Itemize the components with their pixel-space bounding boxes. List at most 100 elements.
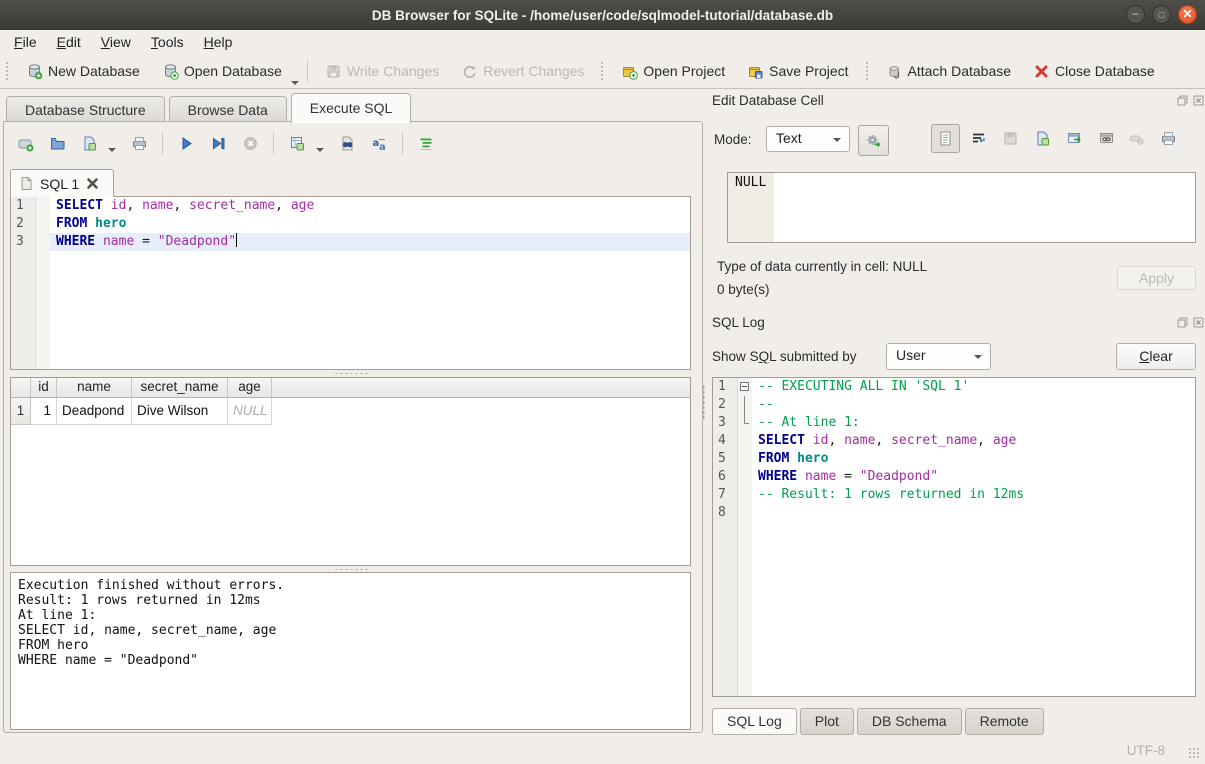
write-changes-icon xyxy=(325,63,342,80)
print-sql-button[interactable] xyxy=(128,131,150,155)
execute-all-button[interactable] xyxy=(175,131,197,155)
table-cell[interactable]: Dive Wilson xyxy=(132,398,228,425)
vertical-splitter[interactable] xyxy=(702,385,705,419)
table-cell[interactable]: Deadpond xyxy=(57,398,132,425)
fold-marker-icon[interactable] xyxy=(738,396,752,414)
open-database-dropdown-caret[interactable] xyxy=(291,81,299,85)
tab-database-structure[interactable]: Database Structure xyxy=(6,96,165,123)
auto-switch-mode-button[interactable] xyxy=(858,125,889,156)
sql-log-filter-select[interactable]: User xyxy=(886,343,991,370)
stop-button[interactable] xyxy=(239,131,261,155)
float-panel-icon[interactable] xyxy=(1176,94,1189,107)
apply-button[interactable]: Apply xyxy=(1117,266,1196,290)
code-line: 6WHERE name = "Deadpond" xyxy=(713,468,1195,486)
code-line: 3WHERE name = "Deadpond" xyxy=(11,233,690,251)
open-sql-tab-button[interactable] xyxy=(14,131,36,155)
clear-log-button[interactable]: Clear xyxy=(1116,343,1196,370)
menu-bar: File Edit View Tools Help xyxy=(0,30,1205,54)
document-text-icon xyxy=(937,130,954,147)
print-icon xyxy=(131,135,148,152)
line-number: 7 xyxy=(713,486,738,504)
sql1-tab[interactable]: SQL 1 xyxy=(10,169,114,197)
code-line: 1SELECT id, name, secret_name, age xyxy=(11,197,690,215)
log-line: Result: 1 rows returned in 12ms xyxy=(18,593,683,608)
open-in-external-button[interactable] xyxy=(1060,124,1089,153)
close-panel-icon[interactable] xyxy=(1192,94,1205,107)
import-cell-button[interactable] xyxy=(996,124,1025,153)
attach-database-button[interactable]: Attach Database xyxy=(879,59,1019,84)
save-project-button[interactable]: Save Project xyxy=(740,59,855,84)
editor-results-splitter[interactable] xyxy=(10,370,691,376)
code-line: 2FROM hero xyxy=(11,215,690,233)
column-header-id[interactable]: id xyxy=(31,378,57,397)
float-panel-icon[interactable] xyxy=(1176,316,1189,329)
menu-tools[interactable]: Tools xyxy=(141,32,194,52)
save-results-dropdown-caret[interactable] xyxy=(316,148,324,152)
close-tab-icon[interactable] xyxy=(85,176,100,191)
code-line: 3-- At line 1: xyxy=(713,414,1195,432)
fold-marker-icon[interactable] xyxy=(738,378,752,396)
table-cell[interactable]: NULL xyxy=(228,398,272,425)
code-line: 1-- EXECUTING ALL IN 'SQL 1' xyxy=(713,378,1195,396)
log-line: SELECT id, name, secret_name, age xyxy=(18,623,683,638)
text-mode-button[interactable] xyxy=(931,124,960,153)
find-button[interactable] xyxy=(336,131,358,155)
word-wrap-button[interactable] xyxy=(964,124,993,153)
line-number: 4 xyxy=(713,432,738,450)
set-null-button[interactable] xyxy=(1122,124,1151,153)
window-title: DB Browser for SQLite - /home/user/code/… xyxy=(372,8,833,23)
sql-editor[interactable]: 1SELECT id, name, secret_name, age2FROM … xyxy=(10,196,691,370)
save-sql-dropdown-caret[interactable] xyxy=(108,148,116,152)
menu-view[interactable]: View xyxy=(91,32,141,52)
link-icon xyxy=(1098,130,1115,147)
dock-tab-db-schema[interactable]: DB Schema xyxy=(857,708,962,735)
revert-changes-button[interactable]: Revert Changes xyxy=(454,59,591,84)
column-header-name[interactable]: name xyxy=(57,378,132,397)
row-header[interactable]: 1 xyxy=(11,398,31,425)
write-changes-button[interactable]: Write Changes xyxy=(318,59,446,84)
save-sql-file-button[interactable] xyxy=(78,131,100,155)
menu-help[interactable]: Help xyxy=(194,32,243,52)
minimize-button[interactable]: − xyxy=(1126,5,1145,24)
dock-tab-bar: SQL Log Plot DB Schema Remote xyxy=(712,708,1044,735)
open-project-button[interactable]: Open Project xyxy=(614,59,732,84)
autocomplete-button[interactable]: a a xyxy=(368,131,390,155)
maximize-button[interactable]: □ xyxy=(1152,5,1171,24)
code-line: 4SELECT id, name, secret_name, age xyxy=(713,432,1195,450)
tab-browse-data[interactable]: Browse Data xyxy=(169,96,287,123)
print-cell-button[interactable] xyxy=(1154,124,1183,153)
new-database-button[interactable]: New Database xyxy=(19,59,147,84)
close-database-button[interactable]: Close Database xyxy=(1026,59,1162,84)
tab-execute-sql[interactable]: Execute SQL xyxy=(291,93,412,123)
line-number: 6 xyxy=(713,468,738,486)
dock-tab-sql-log[interactable]: SQL Log xyxy=(712,708,797,735)
resize-grip[interactable] xyxy=(1188,747,1201,760)
menu-edit[interactable]: Edit xyxy=(47,32,91,52)
open-database-button[interactable]: Open Database xyxy=(155,59,289,84)
mode-select[interactable]: Text xyxy=(766,126,850,152)
new-tab-icon xyxy=(17,135,34,152)
fold-marker-icon[interactable] xyxy=(738,414,752,432)
save-results-button[interactable] xyxy=(286,131,308,155)
close-button[interactable]: ✕ xyxy=(1178,5,1197,24)
column-header-secret-name[interactable]: secret_name xyxy=(132,378,228,397)
open-sql-file-button[interactable] xyxy=(46,131,68,155)
export-cell-button[interactable] xyxy=(1028,124,1057,153)
column-header-age[interactable]: age xyxy=(228,378,272,397)
line-number: 1 xyxy=(713,378,738,396)
sql-log-view[interactable]: 1-- EXECUTING ALL IN 'SQL 1'2--3-- At li… xyxy=(712,377,1196,697)
line-number: 1 xyxy=(11,197,36,215)
close-panel-icon[interactable] xyxy=(1192,316,1205,329)
toolbar-grip[interactable] xyxy=(5,61,10,81)
format-sql-button[interactable] xyxy=(415,131,437,155)
line-number: 5 xyxy=(713,450,738,468)
corner-header-cell[interactable] xyxy=(11,378,31,397)
cell-editor[interactable]: NULL xyxy=(727,172,1196,243)
menu-file[interactable]: File xyxy=(4,32,47,52)
execute-line-button[interactable] xyxy=(207,131,229,155)
dock-tab-remote[interactable]: Remote xyxy=(965,708,1044,735)
table-cell[interactable]: 1 xyxy=(31,398,57,425)
copy-link-button[interactable] xyxy=(1092,124,1121,153)
execution-message-area[interactable]: Execution finished without errors.Result… xyxy=(10,572,691,730)
dock-tab-plot[interactable]: Plot xyxy=(800,708,854,735)
